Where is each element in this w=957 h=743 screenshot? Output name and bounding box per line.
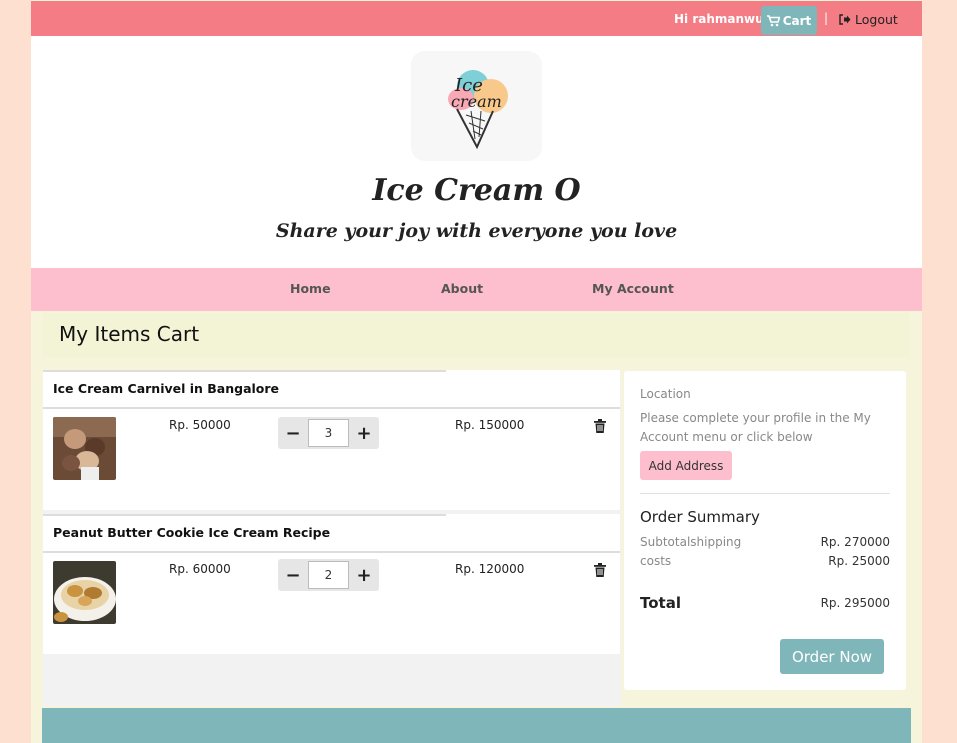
main-nav: Home About My Account (31, 268, 922, 311)
user-greeting: Hi rahmanwu (674, 12, 764, 26)
shipping-value: Rp. 25000 (828, 554, 890, 568)
cart-label: Cart (782, 13, 812, 28)
nav-item-home[interactable]: Home (290, 281, 331, 296)
site-title: Ice Cream O (372, 173, 581, 208)
location-label: Location (640, 387, 691, 401)
total-value: Rp. 295000 (820, 596, 890, 610)
logo-text-cream: cream (451, 92, 502, 111)
trash-icon[interactable] (594, 563, 606, 577)
item-image (53, 417, 116, 480)
item-title-rule (43, 514, 446, 516)
site-header: Ice cream Ice Cream O Share your joy wit… (31, 36, 922, 268)
total-label: Total (640, 594, 681, 612)
trash-icon[interactable] (594, 419, 606, 433)
item-title-rule (43, 370, 446, 372)
item-name: Ice Cream Carnivel in Bangalore (53, 381, 280, 396)
add-address-button[interactable]: Add Address (640, 451, 732, 480)
cart-button[interactable]: Cart (761, 6, 817, 35)
cart-heading-bar: My Items Cart (43, 313, 909, 357)
subtotal-label: Subtotal (640, 535, 691, 549)
decrease-quantity-button[interactable]: − (278, 417, 308, 449)
increase-quantity-button[interactable]: + (349, 417, 379, 449)
footer (42, 708, 911, 743)
subtotal-shipping-values: Rp. 270000 Rp. 25000 (821, 533, 890, 571)
topbar-separator: | (824, 11, 829, 25)
cart-items-list: Ice Cream Carnivel in Bangalore Rp. 5000… (43, 370, 621, 706)
subtotal-shipping-labels: Subtotalshipping costs (640, 533, 750, 571)
item-total-price: Rp. 120000 (455, 562, 525, 576)
logo[interactable]: Ice cream (411, 51, 542, 161)
item-total-price: Rp. 150000 (455, 418, 525, 432)
item-unit-price: Rp. 60000 (169, 562, 231, 576)
quantity-stepper: − 3 + (278, 417, 379, 449)
cart-icon (766, 14, 780, 26)
item-unit-price: Rp. 50000 (169, 418, 231, 432)
quantity-stepper: − 2 + (278, 559, 379, 591)
location-hint: Please complete your profile in the My A… (640, 411, 871, 444)
nav-item-my-account[interactable]: My Account (592, 281, 674, 296)
nav-item-about[interactable]: About (441, 281, 483, 296)
subtotal-value: Rp. 270000 (820, 535, 890, 549)
decrease-quantity-button[interactable]: − (278, 559, 308, 591)
cart-item: Ice Cream Carnivel in Bangalore Rp. 5000… (43, 370, 620, 510)
quantity-input[interactable]: 2 (308, 561, 349, 589)
order-summary-panel: Location Please complete your profile in… (624, 371, 906, 690)
page: Hi rahmanwu Cart | Logout Ice cream Ice … (31, 0, 922, 743)
order-now-button[interactable]: Order Now (780, 639, 884, 674)
logout-link[interactable]: Logout (839, 12, 898, 27)
item-divider (43, 551, 620, 553)
cart-item: Peanut Butter Cookie Ice Cream Recipe Rp… (43, 514, 620, 654)
summary-divider (640, 493, 890, 494)
item-name: Peanut Butter Cookie Ice Cream Recipe (53, 525, 331, 540)
quantity-input[interactable]: 3 (308, 419, 349, 447)
ice-cream-logo-icon: Ice cream (448, 70, 508, 150)
item-divider (43, 407, 620, 409)
logout-icon (839, 14, 851, 25)
item-image (53, 561, 116, 624)
order-summary-title: Order Summary (640, 508, 760, 526)
page-title: My Items Cart (59, 322, 200, 346)
top-bar: Hi rahmanwu Cart | Logout (31, 1, 922, 36)
logout-label: Logout (855, 12, 898, 27)
increase-quantity-button[interactable]: + (349, 559, 379, 591)
site-tagline: Share your joy with everyone you love (275, 220, 678, 242)
